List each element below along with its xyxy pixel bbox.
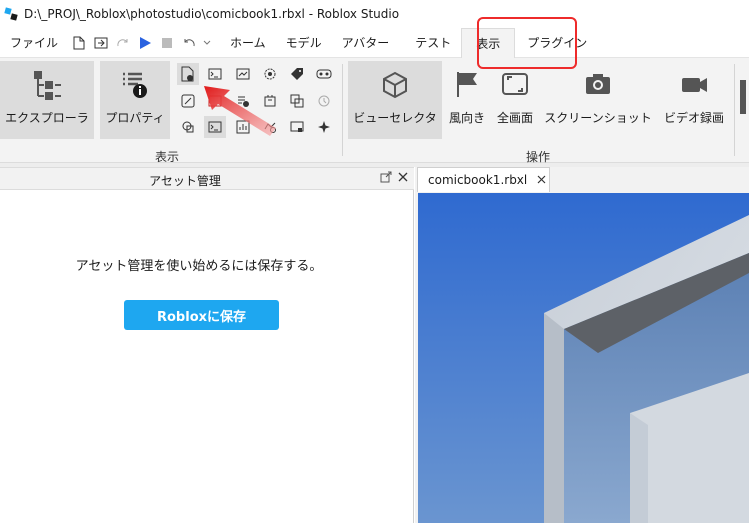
tab-avatar[interactable]: アバター (332, 28, 400, 58)
close-icon[interactable] (398, 171, 408, 186)
history-icon[interactable] (313, 90, 335, 112)
screenshot-label: スクリーンショット (544, 111, 652, 125)
explorer-icon (34, 71, 61, 100)
document-tab[interactable]: comicbook1.rbxl (417, 167, 550, 192)
close-tab-icon[interactable] (537, 173, 546, 187)
properties-button[interactable]: プロパティ (100, 61, 170, 139)
stop-icon[interactable] (156, 32, 178, 54)
overflow-icon[interactable] (740, 80, 746, 114)
tag-icon[interactable] (286, 63, 308, 85)
title-bar: D:\_PROJ\_Roblox\photostudio\comicbook1.… (0, 0, 749, 28)
camera-icon (586, 74, 610, 94)
roblox-studio-icon (4, 7, 18, 21)
window-title: D:\_PROJ\_Roblox\photostudio\comicbook1.… (24, 7, 400, 21)
undock-icon[interactable] (380, 171, 392, 186)
3d-viewport[interactable] (418, 193, 749, 523)
wind-label: 風向き (448, 111, 485, 125)
view-selector-icon (383, 71, 407, 99)
screenshot-button[interactable]: スクリーンショット (541, 61, 655, 139)
fullscreen-label: 全画面 (496, 111, 533, 125)
asset-panel-header: アセット管理 (0, 167, 414, 190)
wind-button[interactable]: 風向き (446, 61, 488, 139)
document-area: comicbook1.rbxl (415, 167, 749, 523)
import-icon[interactable] (90, 32, 112, 54)
fullscreen-icon (502, 73, 528, 95)
tab-test[interactable]: テスト (399, 28, 461, 58)
vr-icon[interactable] (313, 63, 335, 85)
viewselector-button[interactable]: ビューセレクタ (348, 61, 442, 139)
annotation-arrow-icon (204, 86, 276, 136)
layers-icon[interactable] (286, 90, 308, 112)
group-separator (734, 64, 735, 156)
properties-label: プロパティ (105, 111, 165, 125)
fullscreen-button[interactable]: 全画面 (493, 61, 537, 139)
viewselector-label: ビューセレクタ (353, 111, 437, 125)
redo-icon[interactable] (112, 32, 134, 54)
explorer-button[interactable]: エクスプローラ (0, 61, 94, 139)
document-tab-label: comicbook1.rbxl (428, 173, 528, 187)
tab-model[interactable]: モデル (276, 28, 332, 58)
group-separator (342, 64, 343, 156)
tab-home[interactable]: ホーム (220, 28, 276, 58)
highlight-box (477, 17, 577, 69)
localization-icon[interactable] (286, 116, 308, 138)
video-camera-icon (682, 78, 707, 92)
play-icon[interactable] (134, 32, 156, 54)
viewport-scene (418, 193, 749, 523)
edit-script-icon[interactable] (177, 90, 199, 112)
undo-icon[interactable] (178, 32, 200, 54)
script-analysis-icon[interactable] (177, 63, 199, 85)
explorer-label: エクスプローラ (5, 111, 89, 125)
asset-manager-panel: アセット管理 アセット管理を使い始めるには保存する。 Robloxに保存 (0, 167, 414, 523)
chevron-down-icon[interactable] (200, 32, 214, 54)
sparkle-icon[interactable] (313, 116, 335, 138)
menu-file[interactable]: ファイル (0, 28, 68, 58)
properties-icon (123, 72, 147, 98)
video-label: ビデオ録画 (663, 111, 724, 125)
video-button[interactable]: ビデオ録画 (660, 61, 728, 139)
save-to-roblox-button[interactable]: Robloxに保存 (124, 300, 279, 330)
asset-icon[interactable] (177, 116, 199, 138)
new-file-icon[interactable] (68, 32, 90, 54)
menu-bar: ファイル ホーム モデル アバター テスト 表示 プラグイン (0, 27, 749, 58)
asset-panel-message: アセット管理を使い始めるには保存する。 (75, 259, 323, 274)
asset-panel-title: アセット管理 (149, 174, 221, 188)
flag-icon (457, 72, 477, 97)
ribbon: エクスプローラ プロパティ 表示 ビューセレクタ 風向き 全画面 スクリーンショ… (0, 58, 749, 164)
